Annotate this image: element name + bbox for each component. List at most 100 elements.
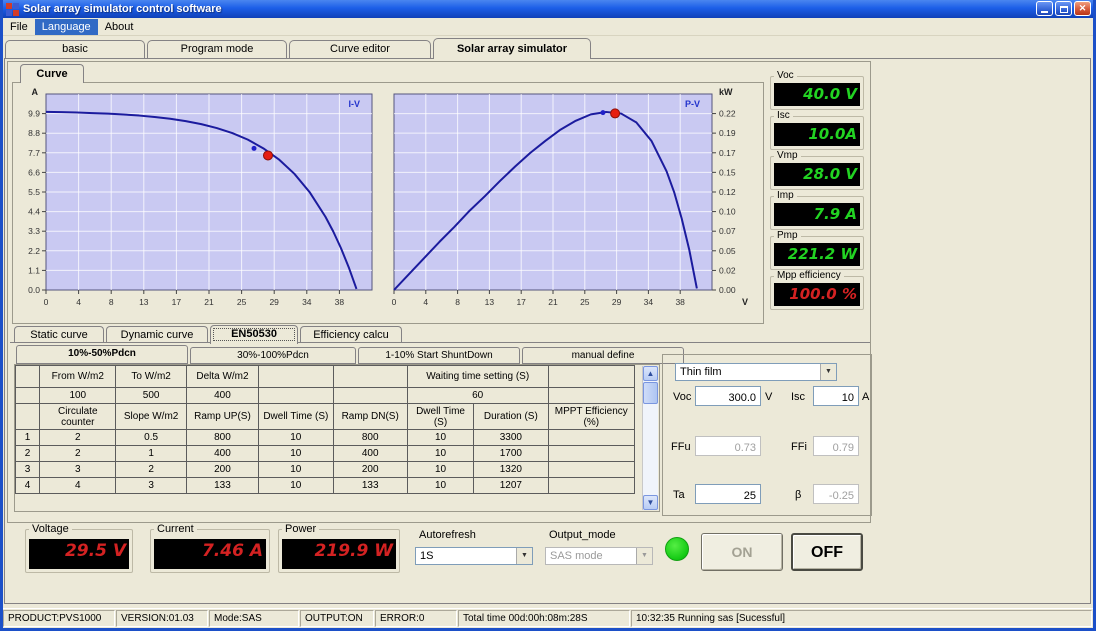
- table-row[interactable]: 33220010200101320: [16, 462, 635, 478]
- svg-text:0.17: 0.17: [719, 148, 736, 158]
- autorefresh-select[interactable]: 1S ▼: [415, 547, 533, 565]
- table-cell[interactable]: [548, 478, 634, 494]
- val-delta[interactable]: 400: [186, 388, 258, 404]
- status-version: VERSION:01.03: [116, 610, 208, 627]
- row-index[interactable]: 3: [16, 462, 40, 478]
- table-cell[interactable]: 10: [407, 430, 473, 446]
- table-cell[interactable]: 200: [186, 462, 258, 478]
- svg-text:3.3: 3.3: [28, 226, 40, 236]
- svg-text:25: 25: [580, 297, 590, 307]
- simulator-page: Curve 048131721252934380.01.12.23.34.45.…: [4, 58, 1091, 604]
- status-mode: Mode:SAS: [209, 610, 299, 627]
- tab-efficiency-calcu[interactable]: Efficiency calcu: [300, 326, 402, 343]
- ta-input[interactable]: [695, 484, 761, 504]
- table-cell[interactable]: [548, 430, 634, 446]
- table-cell[interactable]: 2: [40, 430, 116, 446]
- table-cell[interactable]: 1: [116, 446, 186, 462]
- module-type-select[interactable]: Thin film ▼: [675, 363, 837, 381]
- svg-text:8: 8: [109, 297, 114, 307]
- table-cell[interactable]: 2: [40, 446, 116, 462]
- table-cell[interactable]: 10: [407, 446, 473, 462]
- table-cell[interactable]: [548, 462, 634, 478]
- tab-program-mode[interactable]: Program mode: [147, 40, 287, 58]
- tab-basic[interactable]: basic: [5, 40, 145, 58]
- row-index[interactable]: 1: [16, 430, 40, 446]
- on-button[interactable]: ON: [701, 533, 783, 571]
- isc-param-input[interactable]: [813, 386, 859, 406]
- tab-start-shutdown[interactable]: 1-10% Start ShuntDown: [358, 347, 520, 364]
- table-cell[interactable]: 133: [186, 478, 258, 494]
- table-cell[interactable]: 3: [116, 478, 186, 494]
- tab-dynamic-curve[interactable]: Dynamic curve: [106, 326, 208, 343]
- ffi-label: FFi: [791, 441, 807, 453]
- table-cell[interactable]: 10: [259, 446, 333, 462]
- tab-solar-array-simulator[interactable]: Solar array simulator: [433, 38, 591, 59]
- tab-manual-define[interactable]: manual define: [522, 347, 684, 364]
- table-row[interactable]: 22140010400101700: [16, 446, 635, 462]
- module-type-value: Thin film: [680, 366, 722, 378]
- table-row[interactable]: 44313310133101207: [16, 478, 635, 494]
- val-to[interactable]: 500: [116, 388, 186, 404]
- table-cell[interactable]: 2: [116, 462, 186, 478]
- table-cell[interactable]: 10: [259, 462, 333, 478]
- val-waiting-time[interactable]: 60: [407, 388, 548, 404]
- svg-text:34: 34: [644, 297, 654, 307]
- power-label: Power: [282, 523, 319, 535]
- table-cell[interactable]: 10: [259, 430, 333, 446]
- table-cell[interactable]: 1700: [474, 446, 548, 462]
- table-cell[interactable]: 400: [333, 446, 407, 462]
- svg-text:0.00: 0.00: [719, 285, 736, 295]
- scroll-down-button[interactable]: ▼: [643, 495, 658, 510]
- menu-about[interactable]: About: [98, 19, 141, 35]
- close-button[interactable]: ✕: [1074, 1, 1091, 16]
- table-cell[interactable]: 10: [407, 462, 473, 478]
- maximize-button[interactable]: [1055, 1, 1072, 16]
- ffi-input: [813, 436, 859, 456]
- table-cell[interactable]: 800: [186, 430, 258, 446]
- table-cell[interactable]: 200: [333, 462, 407, 478]
- table-cell[interactable]: 0.5: [116, 430, 186, 446]
- voltage-meter: Voltage 29.5 V: [25, 529, 133, 573]
- row-index[interactable]: 4: [16, 478, 40, 494]
- row-index[interactable]: 2: [16, 446, 40, 462]
- tab-static-curve[interactable]: Static curve: [14, 326, 104, 343]
- tab-10-50-pdcn[interactable]: 10%-50%Pdcn: [16, 345, 188, 364]
- svg-text:I-V: I-V: [348, 99, 360, 109]
- table-cell[interactable]: 1207: [474, 478, 548, 494]
- power-value: 219.9 W: [282, 539, 396, 569]
- isc-param-unit: A: [862, 391, 869, 403]
- off-button[interactable]: OFF: [791, 533, 863, 571]
- svg-text:9.9: 9.9: [28, 109, 40, 119]
- table-cell[interactable]: 3300: [474, 430, 548, 446]
- beta-input: [813, 484, 859, 504]
- table-cell[interactable]: 133: [333, 478, 407, 494]
- val-from[interactable]: 100: [40, 388, 116, 404]
- table-cell[interactable]: 400: [186, 446, 258, 462]
- scrollbar-thumb[interactable]: [643, 382, 658, 404]
- menu-file[interactable]: File: [3, 19, 35, 35]
- tab-en50530[interactable]: EN50530: [210, 325, 298, 344]
- chevron-down-icon[interactable]: ▼: [820, 364, 836, 380]
- minimize-button[interactable]: [1036, 1, 1053, 16]
- tab-30-100-pdcn[interactable]: 30%-100%Pdcn: [190, 347, 356, 364]
- table-row[interactable]: 120.580010800103300: [16, 430, 635, 446]
- scroll-up-button[interactable]: ▲: [643, 366, 658, 381]
- chevron-down-icon[interactable]: ▼: [516, 548, 532, 564]
- table-cell[interactable]: 10: [407, 478, 473, 494]
- voc-param-input[interactable]: [695, 386, 761, 406]
- svg-text:kW: kW: [719, 87, 733, 97]
- simulator-panel: Curve 048131721252934380.01.12.23.34.45.…: [7, 61, 871, 523]
- table-cell[interactable]: 4: [40, 478, 116, 494]
- table-cell[interactable]: 3: [40, 462, 116, 478]
- output-mode-label: Output_mode: [549, 529, 616, 541]
- svg-text:P-V: P-V: [685, 99, 700, 109]
- svg-text:4: 4: [423, 297, 428, 307]
- table-cell[interactable]: 800: [333, 430, 407, 446]
- tab-curve-editor[interactable]: Curve editor: [289, 40, 431, 58]
- tab-curve[interactable]: Curve: [20, 64, 84, 83]
- table-scrollbar[interactable]: ▲ ▼: [642, 366, 658, 510]
- table-cell[interactable]: [548, 446, 634, 462]
- table-cell[interactable]: 10: [259, 478, 333, 494]
- table-cell[interactable]: 1320: [474, 462, 548, 478]
- menu-language[interactable]: Language: [35, 19, 98, 35]
